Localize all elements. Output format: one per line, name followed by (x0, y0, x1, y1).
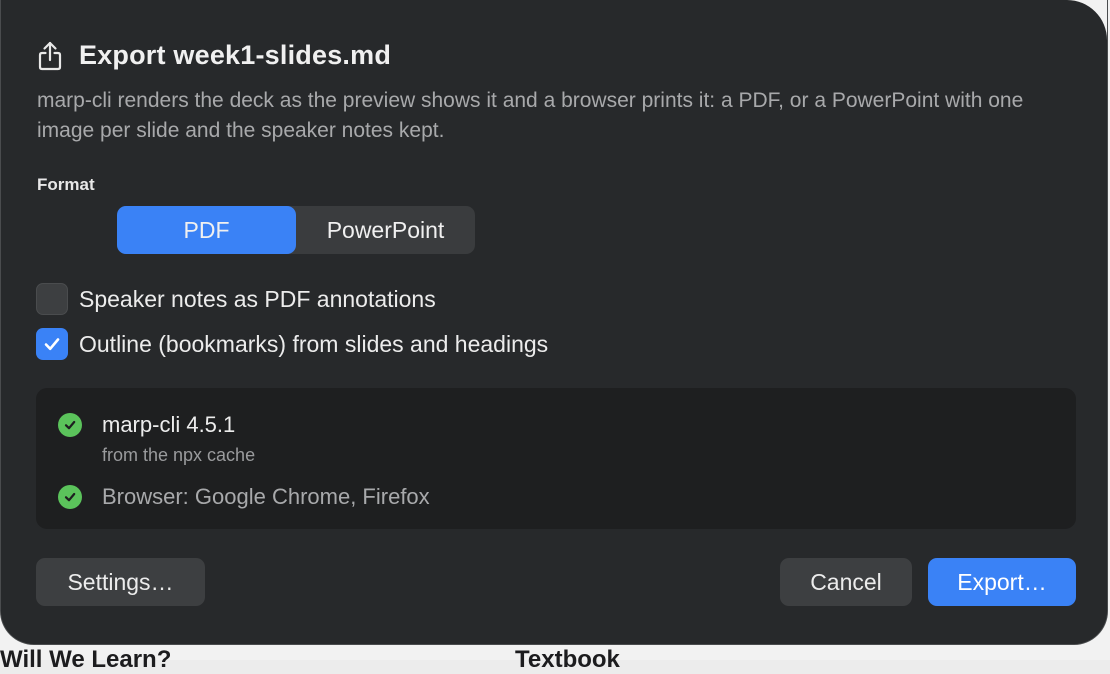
export-button[interactable]: Export… (928, 558, 1076, 606)
export-dialog: Export week1-slides.md marp-cli renders … (0, 0, 1108, 645)
marp-cli-status: marp-cli 4.5.1 from the npx cache (58, 412, 255, 466)
dialog-description: marp-cli renders the deck as the preview… (37, 89, 1024, 142)
format-option-powerpoint[interactable]: PowerPoint (296, 206, 475, 254)
background-heading-right: Textbook (515, 646, 620, 673)
format-option-pdf[interactable]: PDF (117, 206, 296, 254)
browser-status-text: Browser: Google Chrome, Firefox (102, 484, 430, 509)
format-label: Format (37, 175, 95, 194)
speaker-notes-label: Speaker notes as PDF annotations (79, 285, 436, 312)
dialog-header: Export week1-slides.md (37, 40, 391, 71)
check-circle-icon (58, 485, 82, 509)
checkmark-icon (44, 338, 60, 351)
outline-checkbox[interactable] (36, 328, 68, 360)
marp-cli-version: marp-cli 4.5.1 (102, 412, 236, 437)
check-circle-icon (58, 413, 82, 437)
outline-label: Outline (bookmarks) from slides and head… (79, 330, 549, 357)
format-segmented-control: PDF PowerPoint (117, 206, 475, 254)
cancel-button[interactable]: Cancel (780, 558, 912, 606)
browser-status: Browser: Google Chrome, Firefox (58, 484, 430, 510)
share-icon (38, 41, 62, 70)
dependency-status-panel: marp-cli 4.5.1 from the npx cache Browse… (36, 388, 1076, 529)
speaker-notes-option[interactable]: Speaker notes as PDF annotations (36, 283, 436, 315)
background-heading-left: Will We Learn? (0, 646, 172, 673)
speaker-notes-checkbox[interactable] (36, 283, 68, 315)
settings-button[interactable]: Settings… (36, 558, 205, 606)
outline-option[interactable]: Outline (bookmarks) from slides and head… (36, 328, 548, 360)
marp-cli-source: from the npx cache (102, 445, 256, 465)
dialog-title: Export week1-slides.md (79, 40, 392, 70)
